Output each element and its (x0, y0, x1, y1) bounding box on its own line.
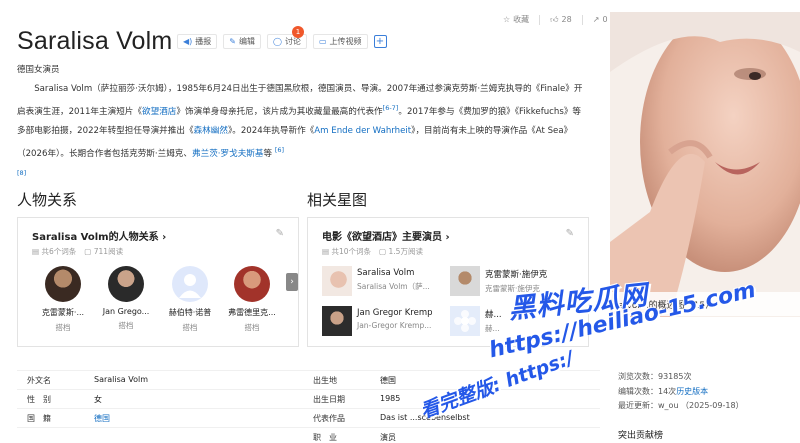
person-silhouette-icon (179, 274, 201, 298)
divider (17, 427, 600, 428)
info-label: 国 籍 (27, 414, 51, 423)
title-actions: ◀) 播报 ✎ 编辑 ◯ 讨论 1 ▭ 上传视频 + (177, 26, 387, 49)
entries-count: ▤ 共6个词条 (32, 247, 77, 256)
avatar (108, 266, 144, 302)
actor-photo-placeholder (450, 306, 480, 336)
actor-item[interactable]: Jan Gregor Kremp Jan-Gregor Kremp... (322, 306, 433, 336)
add-icon[interactable]: + (373, 35, 387, 48)
subtitle: 德国女演员 (17, 65, 60, 75)
pencil-icon[interactable]: ✎ (276, 228, 284, 239)
pencil-icon: ✎ (229, 37, 236, 46)
ref-link[interactable]: [6] (275, 146, 284, 154)
chevron-right-icon: › (445, 232, 450, 243)
nationality-link[interactable]: 德国 (94, 413, 110, 424)
play-button[interactable]: ◀) 播报 (177, 34, 218, 49)
stars-card-title[interactable]: 电影《欲望酒店》主要演员 › (322, 228, 450, 243)
page-stats: 浏览次数：93185次 编辑次数：14次历史版本 最近更新：w_ou （2025… (618, 370, 744, 414)
discuss-badge: 1 (291, 26, 304, 38)
link-person[interactable]: 弗兰茨·罗戈夫斯基 (192, 149, 263, 159)
link-film[interactable]: 欲望酒店 (142, 107, 176, 117)
entries-count: ▤ 共10个词条 (322, 247, 372, 256)
avatar (45, 266, 81, 302)
next-arrow-button[interactable]: › (286, 273, 298, 291)
relation-person[interactable]: 弗雷德里克... 搭档 (224, 266, 280, 333)
actor-item[interactable]: 赫... 赫... (450, 306, 502, 336)
avatar-placeholder (172, 266, 208, 302)
portrait-image (610, 12, 800, 317)
info-value: 1985 (380, 394, 401, 403)
thumbs-up-icon: 👍︎ (550, 14, 559, 24)
relations-card: Saralisa Volm的人物关系 › ▤ 共6个词条 ▢ 711阅读 ✎ 克… (17, 217, 299, 347)
link-film[interactable]: 森林幽然 (194, 126, 228, 136)
link-film[interactable]: Am Ende der Wahrheit (314, 126, 411, 136)
flower-icon (454, 310, 476, 332)
page-title: Saralisa Volm (17, 27, 173, 55)
divider (17, 408, 600, 409)
info-value: 女 (94, 395, 102, 404)
contributors-heading: 突出贡献榜 (618, 431, 664, 441)
actor-photo (450, 266, 480, 296)
history-link[interactable]: 历史版本 (676, 387, 708, 396)
top-actions: ☆ 收藏 👍︎ 28 ↗ 0 (503, 14, 608, 25)
upload-video-button[interactable]: ▭ 上传视频 (312, 34, 368, 49)
summary: Saralisa Volm（萨拉丽莎·沃尔姆），1985年6月24日出生于德国黑… (17, 84, 583, 177)
views-stat: 浏览次数：93185次 (618, 372, 692, 381)
relation-person[interactable]: 克雷蒙斯·... 搭档 (35, 266, 91, 333)
relation-person[interactable]: 赫伯特·诺普 搭档 (162, 266, 218, 333)
info-value: 德国 (380, 376, 396, 385)
actor-photo (322, 266, 352, 296)
favorite-button[interactable]: ☆ 收藏 (503, 14, 529, 25)
relations-card-title[interactable]: Saralisa Volm的人物关系 › (32, 228, 166, 243)
pencil-icon[interactable]: ✎ (566, 228, 574, 239)
divider (581, 14, 583, 25)
reads-count: ▢ 711阅读 (84, 247, 124, 256)
divider (539, 14, 541, 25)
info-label: 代表作品 (313, 414, 345, 423)
stars-heading: 相关星图 (307, 191, 368, 209)
info-label: 出生地 (313, 376, 337, 385)
avatar (234, 266, 270, 302)
info-label: 外文名 (27, 376, 51, 385)
star-icon: ☆ (503, 15, 511, 24)
card-meta: ▤ 共10个词条 ▢ 1.5万阅读 (322, 246, 423, 257)
ref-link[interactable]: [6-7] (383, 104, 399, 112)
edit-button[interactable]: ✎ 编辑 (223, 34, 261, 49)
info-label: 职 业 (313, 433, 337, 442)
discuss-button[interactable]: ◯ 讨论 1 (266, 26, 307, 49)
actor-item[interactable]: Saralisa Volm Saralisa Volm（萨... (322, 266, 430, 296)
comment-icon: ◯ (272, 37, 282, 46)
like-button[interactable]: 👍︎ 28 (550, 15, 572, 25)
profile-photo[interactable] (610, 12, 800, 317)
reads-count: ▢ 1.5万阅读 (379, 247, 423, 256)
speaker-icon: ◀) (183, 37, 193, 46)
edits-stat: 编辑次数：14次历史版本 (618, 386, 709, 396)
share-icon: ↗ (592, 15, 600, 24)
relation-person[interactable]: Jan Grego... 搭档 (98, 266, 154, 331)
info-value: 演员 (380, 433, 396, 442)
info-value: Saralisa Volm (94, 375, 148, 384)
actor-photo (322, 306, 352, 336)
info-label: 出生日期 (313, 395, 345, 404)
updated-stat: 最近更新：w_ou （2025-09-18） (618, 401, 744, 410)
info-label: 性 别 (27, 395, 51, 404)
video-icon: ▭ (318, 37, 327, 46)
card-meta: ▤ 共6个词条 ▢ 711阅读 (32, 246, 123, 257)
ref-link[interactable]: [8] (17, 169, 26, 177)
chevron-right-icon: › (162, 232, 167, 243)
share-button[interactable]: ↗ 0 (593, 15, 608, 24)
relations-heading: 人物关系 (17, 191, 78, 209)
